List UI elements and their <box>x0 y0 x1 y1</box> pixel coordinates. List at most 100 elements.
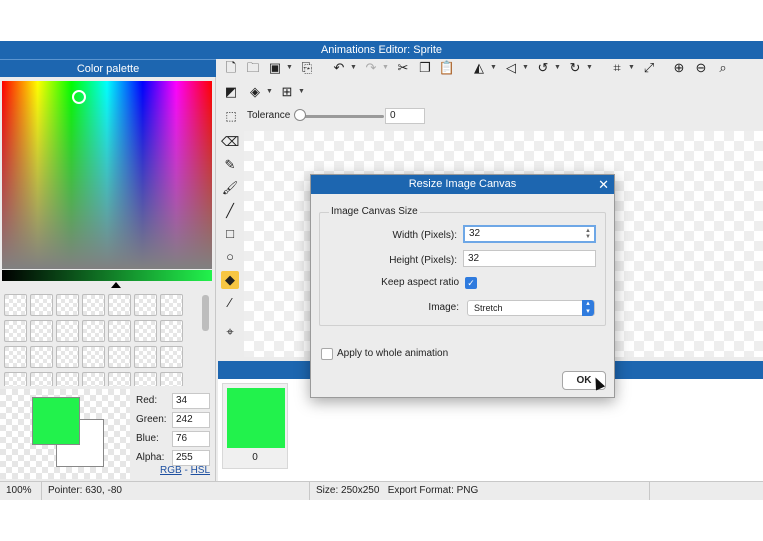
rotate-left-icon[interactable]: ↺ <box>534 59 552 77</box>
rotate-left-dropdown-icon[interactable]: ▼ <box>554 59 561 77</box>
crop-dropdown-icon[interactable]: ▼ <box>628 59 635 77</box>
width-field[interactable]: 32 ▲ ▼ <box>463 225 596 243</box>
palette-swatch[interactable] <box>30 320 53 342</box>
palette-swatch[interactable] <box>134 320 157 342</box>
layers-dropdown-icon[interactable]: ▼ <box>266 83 273 101</box>
palette-swatch[interactable] <box>56 294 79 316</box>
image-mode-select[interactable]: Stretch ▴ ▾ <box>467 300 595 316</box>
selection-icon[interactable]: ⬚ <box>222 107 240 125</box>
invert-icon[interactable]: ◩ <box>222 83 240 101</box>
copy-icon[interactable]: ❐ <box>416 59 434 77</box>
tolerance-slider-handle[interactable] <box>294 109 306 121</box>
center-point-icon[interactable]: ⌖ <box>221 323 239 341</box>
palette-swatch[interactable] <box>160 372 183 386</box>
paste-icon[interactable]: 📋 <box>438 59 456 77</box>
primary-color-swatch[interactable] <box>32 397 80 445</box>
export-icon[interactable]: ⎘ <box>298 59 316 77</box>
tolerance-input[interactable]: 0 <box>385 108 425 124</box>
grid-dropdown-icon[interactable]: ▼ <box>298 83 305 101</box>
palette-swatch[interactable] <box>108 320 131 342</box>
frame-thumbnail[interactable]: 0 <box>222 383 288 469</box>
blue-field[interactable]: 76 <box>172 431 210 447</box>
pencil-icon[interactable]: ✎ <box>221 156 239 174</box>
palette-swatch[interactable] <box>82 294 105 316</box>
tools-column: ⌫ ✎ 🖌 ╱ □ ○ ◆ ⁄ ⌖ <box>218 129 242 359</box>
hsl-mode-link[interactable]: HSL <box>191 465 210 476</box>
layers-icon[interactable]: ◈ <box>246 83 264 101</box>
palette-swatch[interactable] <box>4 294 27 316</box>
brush-icon[interactable]: 🖌 <box>221 179 239 197</box>
grid-icon[interactable]: ⊞ <box>278 83 296 101</box>
rectangle-icon[interactable]: □ <box>221 225 239 243</box>
flip-vertical-icon[interactable]: ◁ <box>502 59 520 77</box>
resize-icon[interactable]: ⤢ <box>640 59 658 77</box>
stepper-icon[interactable]: ▲ ▼ <box>585 228 591 240</box>
palette-swatch[interactable] <box>160 294 183 316</box>
palette-swatch[interactable] <box>160 320 183 342</box>
palette-swatch[interactable] <box>82 320 105 342</box>
palette-swatch[interactable] <box>82 372 105 386</box>
color-spectrum[interactable] <box>2 81 212 269</box>
green-label: Green: <box>136 414 167 425</box>
rgb-mode-link[interactable]: RGB <box>160 465 182 476</box>
undo-dropdown-icon[interactable]: ▼ <box>350 59 357 77</box>
keep-aspect-checkbox[interactable]: ✓ <box>465 277 477 289</box>
frame-preview <box>227 388 285 448</box>
fill-bucket-icon[interactable]: ◆ <box>221 271 239 289</box>
eraser-icon[interactable]: ⌫ <box>221 133 239 151</box>
tolerance-slider[interactable] <box>298 115 384 118</box>
open-folder-icon[interactable]: 🗀 <box>244 59 262 77</box>
redo-dropdown-icon[interactable]: ▼ <box>382 59 389 77</box>
palette-swatch[interactable] <box>30 372 53 386</box>
undo-icon[interactable]: ↶ <box>330 59 348 77</box>
cut-icon[interactable]: ✂ <box>394 59 412 77</box>
palette-swatch[interactable] <box>134 372 157 386</box>
zoom-in-icon[interactable]: ⊕ <box>670 59 688 77</box>
palette-swatch[interactable] <box>82 346 105 368</box>
alpha-field[interactable]: 255 <box>172 450 210 466</box>
palette-swatch[interactable] <box>56 320 79 342</box>
rotate-right-dropdown-icon[interactable]: ▼ <box>586 59 593 77</box>
redo-icon[interactable]: ↷ <box>362 59 380 77</box>
palette-swatch[interactable] <box>30 294 53 316</box>
height-label: Height (Pixels): <box>389 255 457 266</box>
save-icon[interactable]: ▣ <box>266 59 284 77</box>
palette-swatch[interactable] <box>56 372 79 386</box>
flip-horizontal-icon[interactable]: ◭ <box>470 59 488 77</box>
palette-swatch[interactable] <box>56 346 79 368</box>
line-icon[interactable]: ╱ <box>221 202 239 220</box>
eyedropper-icon[interactable]: ⁄ <box>221 294 239 312</box>
green-field[interactable]: 242 <box>172 412 210 428</box>
crop-icon[interactable]: ⌗ <box>608 59 626 77</box>
lightness-slider[interactable] <box>2 270 212 281</box>
palette-swatch[interactable] <box>30 346 53 368</box>
palette-swatch[interactable] <box>4 346 27 368</box>
rotate-right-icon[interactable]: ↻ <box>566 59 584 77</box>
flip-v-dropdown-icon[interactable]: ▼ <box>522 59 529 77</box>
palette-swatch[interactable] <box>108 346 131 368</box>
ellipse-icon[interactable]: ○ <box>221 248 239 266</box>
flip-h-dropdown-icon[interactable]: ▼ <box>490 59 497 77</box>
swatch-scrollbar[interactable] <box>202 295 209 331</box>
close-icon[interactable]: ✕ <box>598 175 609 194</box>
palette-swatch[interactable] <box>108 372 131 386</box>
alpha-label: Alpha: <box>136 452 165 463</box>
apply-all-checkbox[interactable] <box>321 348 333 360</box>
height-field[interactable]: 32 <box>463 250 596 267</box>
zoom-fit-icon[interactable]: ⌕ <box>714 59 732 77</box>
lightness-marker[interactable] <box>111 282 121 288</box>
red-field[interactable]: 34 <box>172 393 210 409</box>
palette-swatch[interactable] <box>108 294 131 316</box>
group-label: Image Canvas Size <box>329 206 420 217</box>
new-file-icon[interactable]: 🗋 <box>222 59 240 77</box>
palette-swatch[interactable] <box>134 294 157 316</box>
save-dropdown-icon[interactable]: ▼ <box>286 59 293 77</box>
zoom-out-icon[interactable]: ⊖ <box>692 59 710 77</box>
color-preview <box>0 389 130 479</box>
palette-swatch[interactable] <box>160 346 183 368</box>
palette-swatch[interactable] <box>4 372 27 386</box>
palette-swatch[interactable] <box>4 320 27 342</box>
palette-swatch[interactable] <box>134 346 157 368</box>
color-mode-links: RGB - HSL <box>160 465 210 476</box>
color-picker-ring[interactable] <box>72 90 86 104</box>
